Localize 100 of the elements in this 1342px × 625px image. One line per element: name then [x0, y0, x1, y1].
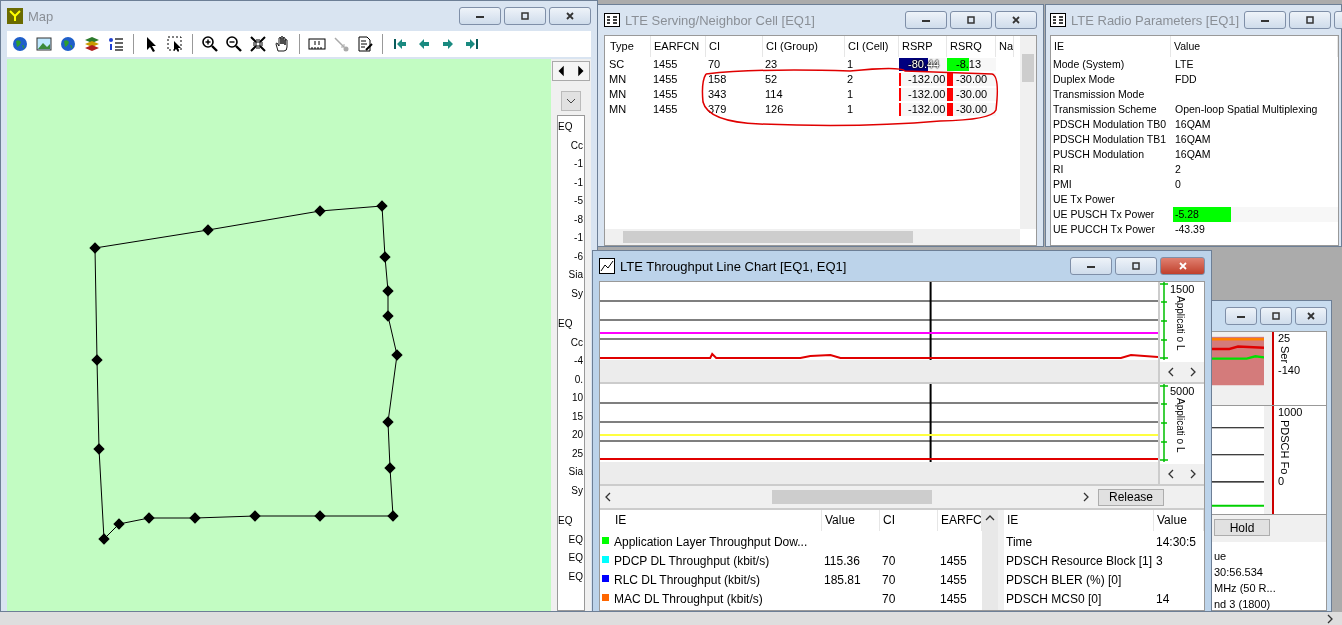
maximize-button[interactable]	[950, 11, 992, 29]
table-cell-text: 2	[1174, 163, 1181, 175]
legend-text: 15	[571, 409, 584, 424]
column-header[interactable]: IE	[1051, 36, 1171, 57]
maximize-button[interactable]	[1289, 11, 1332, 29]
legend-text: -6	[574, 249, 584, 264]
release-button[interactable]: Release	[1097, 488, 1164, 506]
minimize-button[interactable]	[905, 11, 947, 29]
column-header[interactable]: CI (Group)	[763, 36, 845, 57]
table-cell-text: UE PUCCH Tx Power	[1052, 222, 1156, 237]
globe-icon[interactable]	[11, 35, 29, 53]
ruler-icon[interactable]	[308, 35, 326, 53]
table-cell-text: 158	[707, 72, 728, 87]
scroll-right-icon[interactable]	[1326, 613, 1334, 624]
hold-button[interactable]: Hold	[1214, 519, 1270, 536]
scroll-right-icon[interactable]	[1189, 367, 1197, 377]
axis-title: PDSCH Fo	[1278, 419, 1291, 474]
picture-icon[interactable]	[35, 35, 53, 53]
zoom-out-icon[interactable]	[225, 35, 243, 53]
maximize-icon	[966, 15, 976, 25]
column-header[interactable]: IE	[612, 510, 822, 531]
scroll-left-icon[interactable]	[1167, 469, 1175, 479]
legend-text: EQ	[558, 317, 574, 331]
zoom-in-icon[interactable]	[201, 35, 219, 53]
collapse-icon[interactable]	[249, 35, 267, 53]
column-header[interactable]: Value	[1154, 510, 1204, 531]
table-cell-text: 343	[707, 87, 728, 102]
column-header[interactable]: Value	[822, 510, 880, 531]
horizontal-scrollbar[interactable]	[605, 229, 1020, 245]
table-icon	[604, 12, 620, 28]
window-title: LTE Radio Parameters [EQ1]	[1071, 12, 1240, 28]
scroll-up-icon[interactable]	[985, 514, 995, 522]
column-header[interactable]: Na	[996, 36, 1014, 57]
legend-text: Sia	[568, 268, 584, 282]
minimize-button[interactable]	[1225, 307, 1257, 325]
column-header[interactable]: Value	[1171, 36, 1338, 57]
scroll-right-icon[interactable]	[1189, 469, 1197, 479]
table-cell-text: 1455	[939, 572, 968, 588]
table-cell-text: -132.00	[907, 103, 946, 115]
close-button[interactable]	[995, 11, 1037, 29]
vertical-scrollbar[interactable]	[982, 510, 998, 610]
close-button[interactable]	[1160, 257, 1205, 275]
legend-text: -1	[574, 175, 584, 190]
table-cell-text: PDCP DL Throughput (kbit/s)	[613, 553, 771, 569]
column-header[interactable]: CI	[880, 510, 938, 531]
legend-text: 25	[571, 446, 584, 461]
table-cell-text: -132.00	[907, 88, 946, 100]
minimize-button[interactable]	[1244, 11, 1287, 29]
selection-icon[interactable]	[166, 35, 184, 53]
column-header[interactable]: Type	[607, 36, 651, 57]
table-cell-text: PDSCH Modulation TB0	[1052, 117, 1168, 132]
scroll-right-icon[interactable]	[1081, 492, 1090, 502]
table-cell-text: 379	[707, 102, 728, 117]
close-icon	[1306, 311, 1316, 321]
minimize-button[interactable]	[1070, 257, 1112, 275]
layers-icon[interactable]	[83, 35, 101, 53]
table-cell-text: Duplex Mode	[1052, 72, 1116, 87]
table-cell-text: 70	[881, 553, 897, 569]
scroll-left-icon[interactable]	[1167, 367, 1175, 377]
close-button[interactable]	[1295, 307, 1327, 325]
column-header[interactable]: CI (Cell)	[845, 36, 899, 57]
table-cell-text: PUSCH Modulation	[1052, 147, 1146, 162]
table-cell-text: 14:30:5	[1155, 534, 1198, 550]
table-cell-text: 1455	[939, 591, 968, 607]
close-button[interactable]	[549, 7, 591, 25]
column-header[interactable]: CI	[706, 36, 763, 57]
maximize-button[interactable]	[1115, 257, 1157, 275]
horizontal-scrollbar[interactable]	[0, 612, 1342, 625]
axis-label: -140	[1278, 364, 1301, 378]
vertical-scrollbar[interactable]	[1020, 36, 1036, 229]
column-header[interactable]: RSRP	[899, 36, 947, 57]
scroll-left-icon[interactable]	[604, 492, 612, 502]
table-cell-text: 14	[1155, 591, 1171, 607]
maximize-icon	[1305, 15, 1316, 25]
globe-icon[interactable]	[59, 35, 77, 53]
hand-icon[interactable]	[273, 35, 291, 53]
minimize-button[interactable]	[459, 7, 501, 25]
maximize-button[interactable]	[504, 7, 546, 25]
list-icon[interactable]	[107, 35, 125, 53]
column-header[interactable]: RSRQ	[947, 36, 996, 57]
document-icon[interactable]	[356, 35, 374, 53]
legend-text: -8	[574, 212, 584, 227]
legend-text: EQ	[558, 514, 574, 528]
maximize-button[interactable]	[1260, 307, 1292, 325]
table-cell-text: PDSCH MCS0 [0]	[1005, 591, 1103, 607]
table-cell-text: LTE	[1174, 58, 1194, 70]
table-cell-text: 3	[1155, 553, 1164, 569]
table-cell-text: Transmission Scheme	[1052, 102, 1158, 117]
legend-text: -4	[574, 354, 584, 368]
pointer-dot-icon[interactable]	[332, 35, 350, 53]
column-header[interactable]: IE	[1004, 510, 1154, 531]
table-cell-text: 70	[881, 572, 897, 588]
legend-text: EQ	[568, 551, 584, 565]
table-cell-text: Mode (System)	[1052, 57, 1126, 72]
legend-text: -1	[574, 231, 584, 245]
column-header[interactable]: EARFCN	[651, 36, 706, 57]
table-cell-text: 185.81	[823, 572, 862, 588]
table-cell-text: 1	[846, 87, 855, 102]
table-cell-text: MHz (50 R...	[1214, 582, 1277, 594]
table-cell-text: UE PUSCH Tx Power	[1052, 207, 1156, 222]
